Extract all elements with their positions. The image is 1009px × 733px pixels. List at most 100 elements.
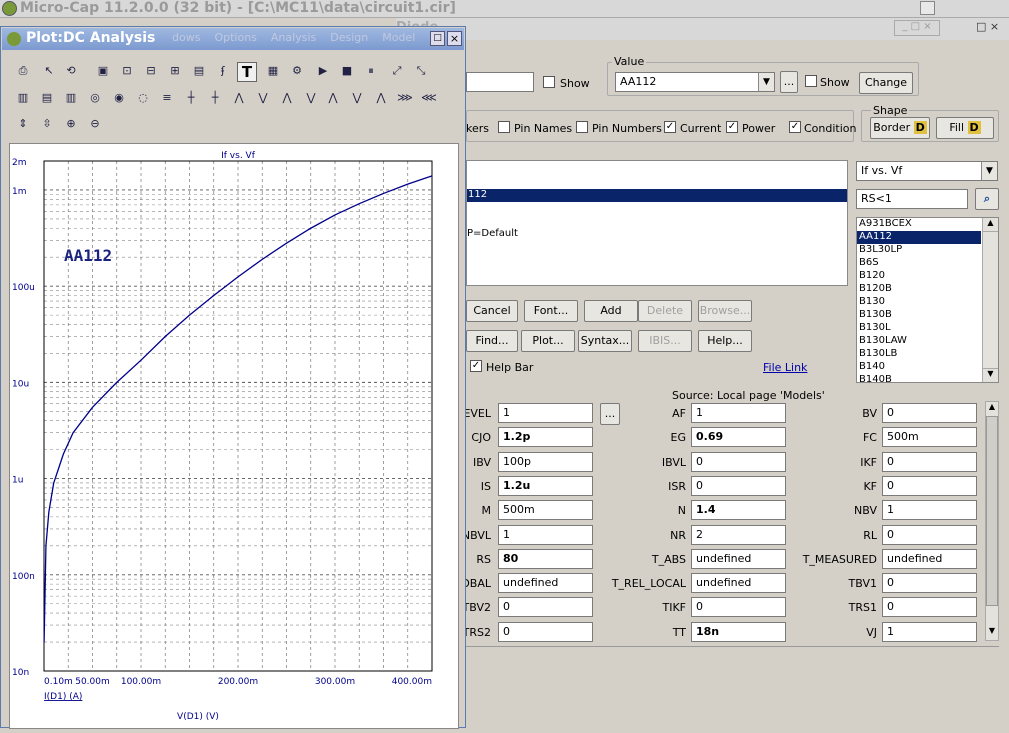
toolbar-tool-icon[interactable]: ▤ (189, 62, 209, 82)
show-value-checkbox[interactable] (805, 75, 817, 87)
model-list-item[interactable]: AA112 (857, 231, 981, 244)
toolbar-tool-icon[interactable]: ⋀ (323, 89, 343, 109)
model-list-item[interactable]: B130L (857, 322, 981, 335)
name-field[interactable] (466, 72, 534, 92)
border-button[interactable]: Border D (870, 117, 930, 139)
menu-item[interactable]: Design (330, 31, 368, 44)
param-field[interactable]: 0 (691, 475, 786, 496)
plot-select-chevron-icon[interactable]: ▼ (981, 162, 997, 180)
toolbar-tool-icon[interactable]: ⋁ (253, 89, 273, 109)
param-field[interactable]: 0 (882, 451, 977, 472)
menu-item[interactable]: Options (214, 31, 256, 44)
model-search-input[interactable]: RS<1 (856, 189, 968, 209)
toolbar-tool-icon[interactable]: ⋁ (347, 89, 367, 109)
model-list-item[interactable]: B130 (857, 296, 981, 309)
model-text-area[interactable]: 112 P=Default (466, 160, 848, 286)
dialog-min-max-icon[interactable]: _ □ × (894, 20, 940, 36)
param-field[interactable]: 0 (882, 573, 977, 594)
param-field[interactable]: undefined (882, 548, 977, 569)
model-list-item[interactable]: B130LAW (857, 335, 981, 348)
param-field[interactable]: 0 (882, 475, 977, 496)
font-button[interactable]: Font... (524, 300, 578, 322)
param-field[interactable]: 500m (498, 500, 593, 521)
fill-button[interactable]: Fill D (936, 117, 994, 139)
param-field[interactable]: 0 (882, 524, 977, 545)
change-button[interactable]: Change (859, 72, 913, 94)
model-list[interactable]: A931BCEX AA112 B3L30LP B6S B120 B120B B130 B130… (856, 217, 999, 383)
toolbar-tool-icon[interactable]: ⊖ (85, 115, 105, 135)
value-browse-button[interactable]: ... (780, 71, 798, 93)
dialog-restore-close-icon[interactable]: □ × (976, 20, 1008, 36)
toolbar-tool-icon[interactable]: ⤡ (411, 62, 431, 82)
param-field[interactable]: 1 (498, 524, 593, 545)
param-field[interactable]: undefined (691, 573, 786, 594)
param-field[interactable]: 0 (498, 597, 593, 618)
toolbar-tool-icon[interactable]: ┼ (181, 89, 201, 109)
show-name-checkbox[interactable] (543, 76, 555, 88)
toolbar-tool-icon[interactable]: ⟲ (61, 62, 81, 82)
param-field[interactable]: 0 (498, 621, 593, 642)
toolbar-tool-icon[interactable]: ▣ (93, 62, 113, 82)
menu-item[interactable]: dows (172, 31, 200, 44)
find-button[interactable]: Find... (466, 330, 518, 352)
model-list-item[interactable]: B6S (857, 257, 981, 270)
model-list-item[interactable]: B140 (857, 361, 981, 374)
toolbar-tool-icon[interactable]: ▤ (37, 89, 57, 109)
ibis-button[interactable]: IBIS... (638, 330, 692, 352)
text-tool-icon[interactable]: T (237, 62, 257, 82)
model-list-scrollbar[interactable]: ▲ ▼ (982, 218, 998, 382)
toolbar-tool-icon[interactable]: ⤢ (387, 62, 407, 82)
plot-button[interactable]: Plot... (521, 330, 575, 352)
file-link[interactable]: File Link (763, 361, 807, 374)
param-field[interactable]: 0 (691, 451, 786, 472)
toolbar-tool-icon[interactable]: ◎ (85, 89, 105, 109)
pin-names-checkbox[interactable] (498, 121, 510, 133)
toolbar-tool-icon[interactable]: ⊕ (61, 115, 81, 135)
toolbar-tool-icon[interactable]: ⋘ (419, 89, 439, 109)
value-combo[interactable]: AA112 (615, 72, 775, 92)
param-field[interactable]: 1 (882, 621, 977, 642)
close-icon[interactable]: × (447, 31, 462, 46)
model-list-item[interactable]: B120B (857, 283, 981, 296)
cancel-button[interactable]: Cancel (466, 300, 518, 322)
param-field[interactable]: 1.2u (498, 475, 593, 496)
menu-item[interactable]: Model (382, 31, 415, 44)
toolbar-tool-icon[interactable]: ⋙ (395, 89, 415, 109)
window-restore-icon[interactable] (920, 1, 935, 15)
current-checkbox[interactable]: ✓ (664, 121, 676, 133)
help-button[interactable]: Help... (698, 330, 752, 352)
param-field[interactable]: 1.2p (498, 427, 593, 448)
param-field[interactable]: 2 (691, 524, 786, 545)
model-list-item[interactable]: B120 (857, 270, 981, 283)
model-list-item[interactable]: B3L30LP (857, 244, 981, 257)
chevron-down-icon[interactable]: ▼ (758, 73, 774, 91)
toolbar-tool-icon[interactable]: ≡ (157, 89, 177, 109)
help-bar-checkbox[interactable]: ✓ (470, 360, 482, 372)
power-checkbox[interactable]: ✓ (726, 121, 738, 133)
param-field[interactable]: 0 (691, 597, 786, 618)
menu-item[interactable]: Analysis (271, 31, 316, 44)
param-field[interactable]: undefined (498, 573, 593, 594)
toolbar-tool-icon[interactable]: ▥ (13, 89, 33, 109)
model-list-item[interactable]: A931BCEX (857, 218, 981, 231)
toolbar-tool-icon[interactable]: ⋀ (229, 89, 249, 109)
level-browse-button[interactable]: ... (600, 403, 620, 425)
param-field[interactable]: 500m (882, 427, 977, 448)
model-list-item[interactable]: B130B (857, 309, 981, 322)
add-button[interactable]: Add (584, 300, 638, 322)
binoculars-icon[interactable]: ⌕ (975, 188, 999, 210)
toolbar-tool-icon[interactable]: ▥ (61, 89, 81, 109)
toolbar-tool-icon[interactable]: ┼ (205, 89, 225, 109)
model-list-item[interactable]: B130LB (857, 348, 981, 361)
condition-checkbox[interactable]: ✓ (789, 121, 801, 133)
toolbar-tool-icon[interactable]: ⊞ (165, 62, 185, 82)
delete-button[interactable]: Delete (638, 300, 692, 322)
param-field[interactable]: 18n (691, 621, 786, 642)
param-field[interactable]: 1 (882, 500, 977, 521)
params-scrollbar[interactable]: ▲ ▼ (985, 401, 999, 641)
toolbar-tool-icon[interactable]: ⋁ (301, 89, 321, 109)
param-field[interactable]: undefined (691, 548, 786, 569)
param-field[interactable]: 0 (882, 597, 977, 618)
toolbar-tool-icon[interactable]: ⇕ (13, 115, 33, 135)
toolbar-tool-icon[interactable]: ▶ (313, 62, 333, 82)
